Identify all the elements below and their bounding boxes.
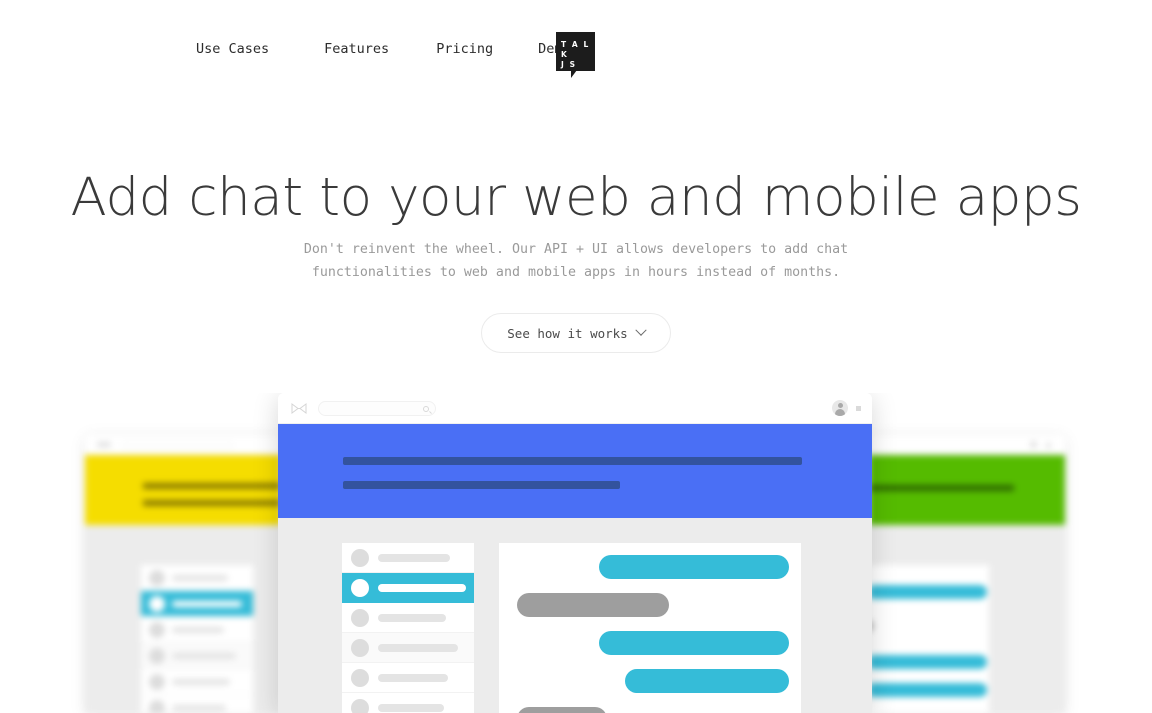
background-left-body	[85, 525, 281, 713]
product-window-main	[278, 393, 872, 713]
bowtie-logo-icon	[291, 403, 307, 414]
nav-item-features[interactable]: Features	[324, 41, 389, 57]
avatar	[351, 549, 369, 567]
talkjs-logo[interactable]: T A L K J S	[556, 32, 595, 78]
background-right-body	[869, 525, 1065, 713]
background-window-right	[869, 435, 1065, 713]
chat-message-panel	[499, 543, 801, 713]
see-how-it-works-button[interactable]: See how it works	[481, 313, 671, 353]
chevron-down-icon	[635, 324, 647, 336]
background-right-header	[869, 455, 1065, 525]
chat-bubble	[869, 683, 987, 697]
table-row[interactable]	[342, 633, 474, 663]
conversation-name-placeholder	[378, 644, 458, 652]
avatar	[149, 622, 165, 638]
chat-bubble	[869, 655, 987, 669]
hero-subtitle: Don't reinvent the wheel. Our API + UI a…	[0, 238, 1152, 284]
list-item	[141, 695, 253, 713]
background-window-left	[85, 435, 281, 713]
conversation-name-placeholder	[378, 554, 450, 562]
background-right-header-bar-1	[869, 485, 1014, 491]
logo-bubble-tail-icon	[571, 70, 581, 78]
background-right-avatar-icon	[1030, 441, 1037, 448]
chat-bubble	[869, 585, 987, 599]
list-item-line	[172, 705, 226, 711]
background-left-topbar	[85, 435, 281, 455]
background-left-search-input	[123, 441, 233, 449]
list-item-line	[172, 627, 224, 633]
list-item-line	[172, 601, 242, 607]
nav-item-use-cases[interactable]: Use Cases	[196, 41, 269, 57]
see-how-it-works-label: See how it works	[507, 325, 628, 341]
avatar	[149, 648, 165, 664]
background-left-header-bar-2	[143, 500, 281, 506]
list-item	[141, 643, 253, 669]
nav-item-pricing[interactable]: Pricing	[436, 41, 493, 57]
background-left-contact-list	[141, 565, 253, 713]
logo-line-js: J S	[561, 60, 577, 69]
chat-bubble	[517, 593, 669, 617]
logo-wordmark: T A L K J S	[561, 40, 595, 70]
avatar	[149, 674, 165, 690]
background-right-caret-icon	[1046, 443, 1051, 448]
app-body	[278, 518, 872, 713]
avatar	[351, 579, 369, 597]
list-item-line	[172, 575, 228, 581]
app-header-banner	[278, 424, 872, 518]
hero-title: Add chat to your web and mobile apps	[70, 167, 1082, 228]
table-row[interactable]	[342, 543, 474, 573]
avatar	[149, 700, 165, 713]
primary-navigation: Use Cases Features Pricing Demo	[196, 41, 571, 57]
table-row[interactable]	[342, 573, 474, 603]
hero-subtitle-line-1: Don't reinvent the wheel. Our API + UI a…	[303, 242, 849, 257]
avatar	[149, 596, 165, 612]
site-header: Use Cases Features Pricing Demo T A L K …	[0, 0, 1152, 100]
background-left-logo-icon	[97, 442, 111, 447]
avatar[interactable]	[832, 400, 848, 416]
background-right-chat-panel	[869, 565, 989, 713]
table-row[interactable]	[342, 603, 474, 633]
list-item	[141, 669, 253, 695]
logo-line-talk: T A L K	[561, 40, 590, 59]
avatar	[351, 699, 369, 713]
product-screenshot-group	[0, 393, 1152, 713]
conversation-name-placeholder	[378, 614, 446, 622]
chat-bubble	[599, 555, 789, 579]
search-input[interactable]	[318, 401, 436, 416]
background-left-header	[85, 455, 281, 525]
list-item	[141, 565, 253, 591]
table-row[interactable]	[342, 693, 474, 713]
list-item-line	[172, 653, 236, 659]
caret-down-icon[interactable]	[856, 406, 861, 411]
background-right-topbar	[869, 435, 1065, 455]
app-topbar	[278, 393, 872, 424]
list-item-line	[172, 679, 230, 685]
hero-subtitle-line-2: functionalities to web and mobile apps i…	[311, 265, 841, 280]
table-row[interactable]	[342, 663, 474, 693]
avatar	[149, 570, 165, 586]
app-header-bar-2	[343, 481, 620, 489]
conversation-name-placeholder	[378, 674, 448, 682]
app-header-bar-1	[343, 457, 802, 465]
chat-bubble	[625, 669, 789, 693]
search-icon	[423, 406, 429, 412]
avatar	[351, 639, 369, 657]
list-item	[141, 591, 253, 617]
conversation-name-placeholder	[378, 704, 444, 712]
chat-bubble	[599, 631, 789, 655]
conversation-name-placeholder	[378, 584, 466, 592]
avatar	[351, 669, 369, 687]
list-item	[141, 617, 253, 643]
background-left-header-bar-1	[143, 483, 281, 489]
chat-bubble	[517, 707, 607, 713]
avatar	[351, 609, 369, 627]
conversation-list	[342, 543, 474, 713]
